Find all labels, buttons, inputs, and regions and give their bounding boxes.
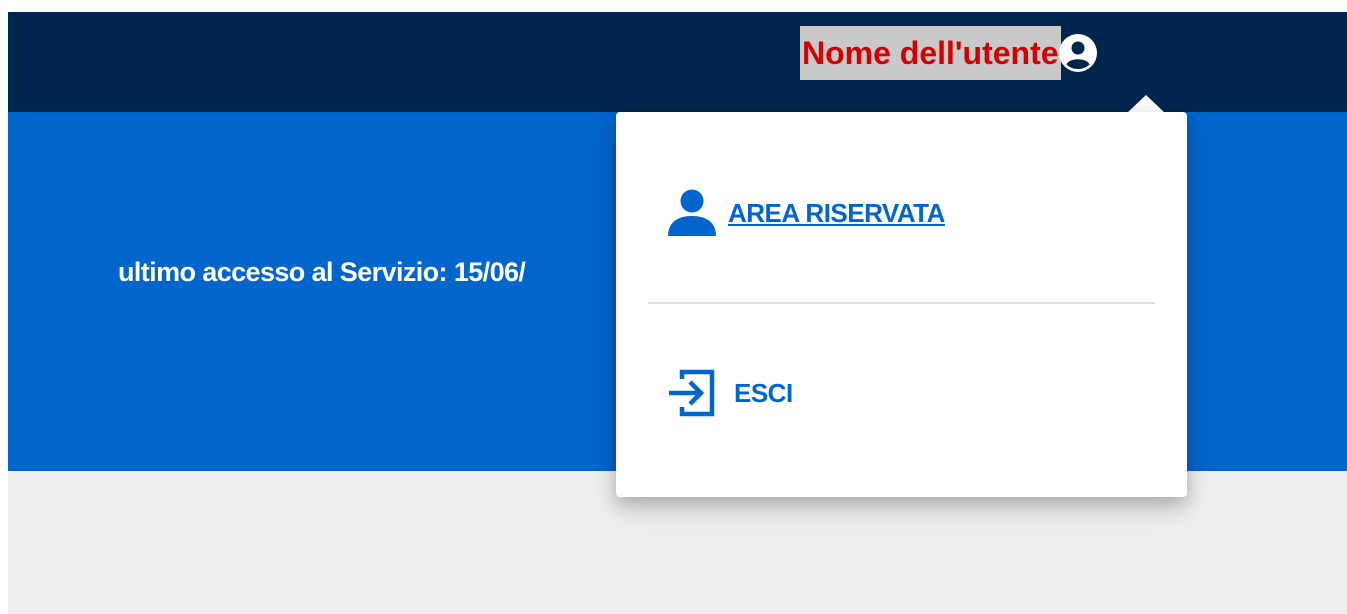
dropdown-pointer (1127, 95, 1165, 113)
area-riservata-link[interactable]: AREA RISERVATA (666, 186, 945, 240)
user-dropdown-menu (616, 112, 1187, 497)
user-menu-toggle[interactable]: Nome dell'utente (800, 26, 1099, 80)
esci-label[interactable]: ESCI (734, 378, 793, 409)
user-name[interactable]: Nome dell'utente (800, 26, 1061, 80)
person-icon (668, 189, 716, 236)
page: Nome dell'utente ultimo accesso al Servi… (0, 0, 1347, 614)
logout-icon (669, 369, 715, 417)
menu-divider (648, 302, 1155, 304)
user-circle-icon[interactable] (1057, 32, 1099, 74)
last-access-text: ultimo accesso al Servizio: 15/06/ (118, 257, 526, 287)
area-riservata-label[interactable]: AREA RISERVATA (728, 198, 945, 229)
esci-button[interactable]: ESCI (666, 368, 793, 418)
